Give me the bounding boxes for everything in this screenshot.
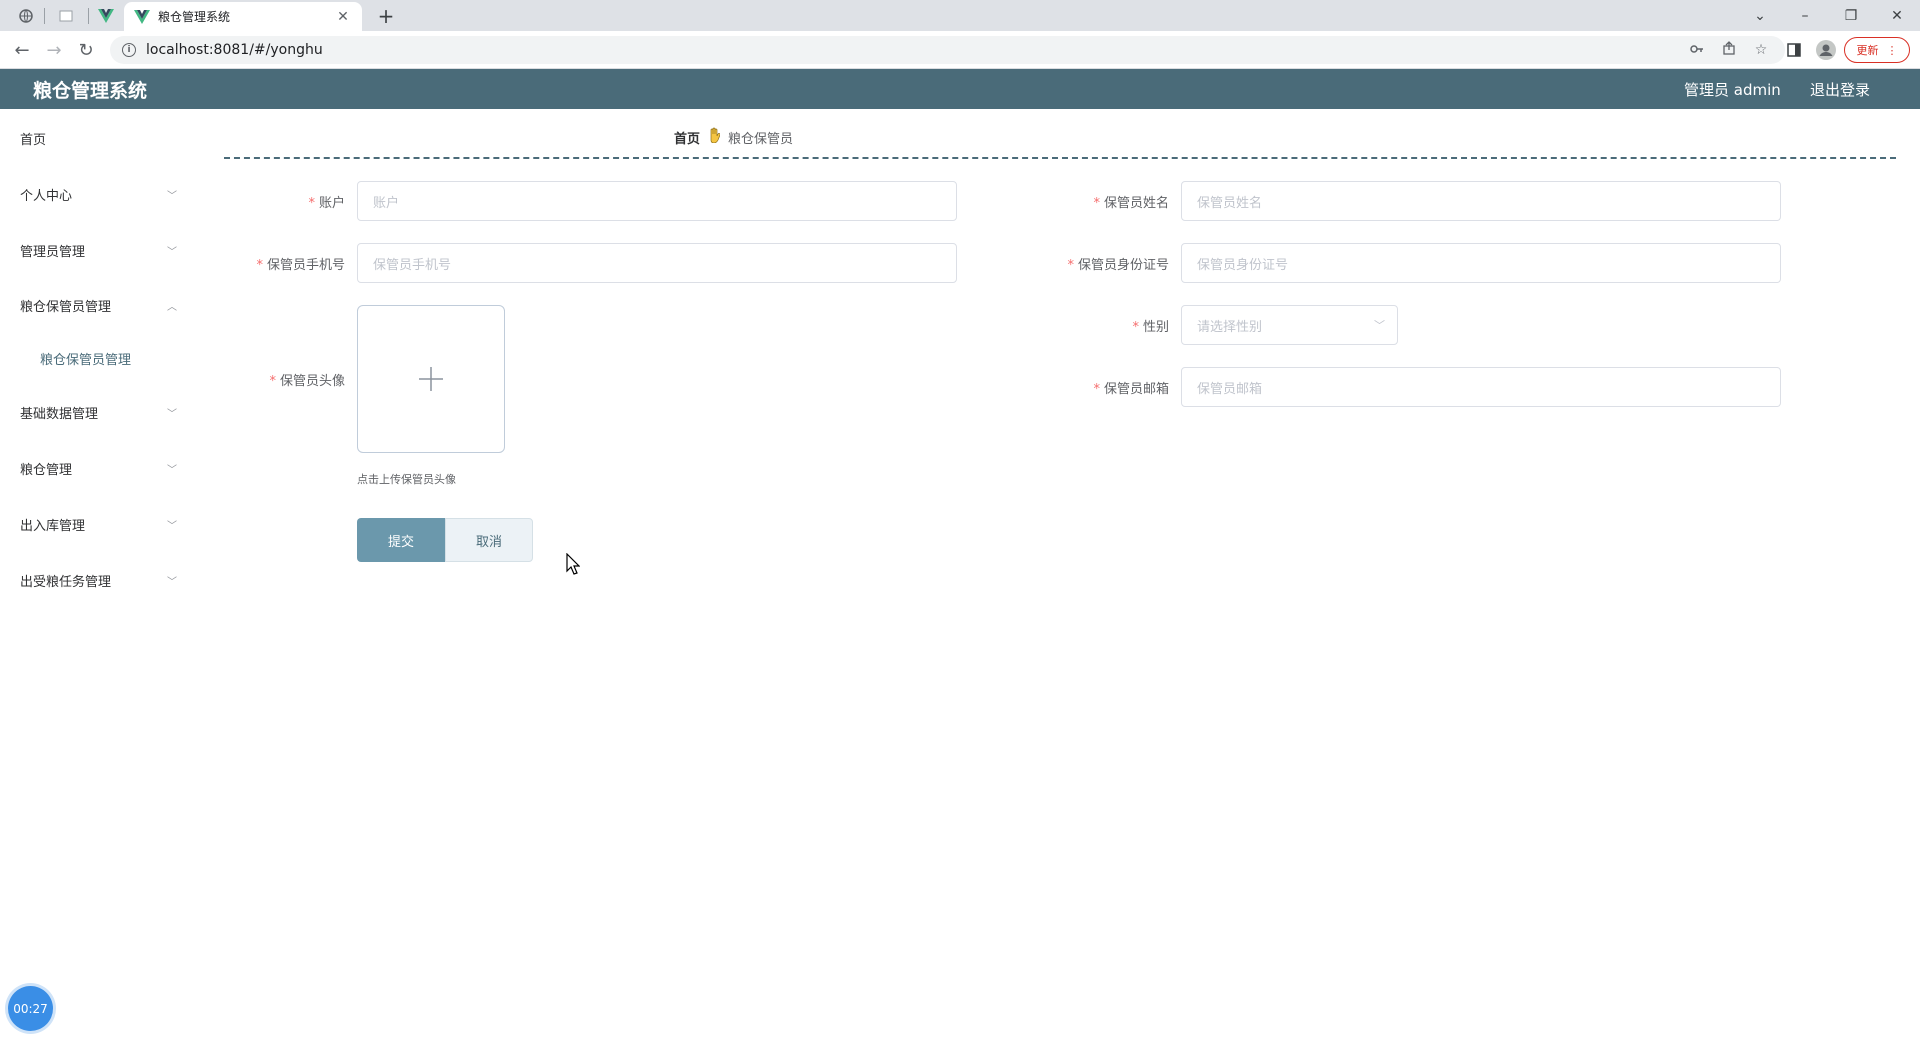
sidebar-item-label: 出入库管理 [20,518,86,534]
pinned-tab-page-icon[interactable] [52,4,80,28]
account-input[interactable]: 账户 [357,181,957,221]
phone-label: * 保管员手机号 [256,258,345,273]
idcard-placeholder: 保管员身份证号 [1197,257,1289,273]
breadcrumb-home[interactable]: 首页 [674,128,700,147]
sidebar-subitem-label: 粮仓保管员管理 [40,352,132,368]
sidebar-item-label: 首页 [20,132,47,148]
update-label: 更新 [1856,44,1879,57]
chevron-down-icon: ﹀ [1374,319,1385,332]
chevron-down-icon: ﹀ [167,464,177,476]
sidebar-item-label: 粮仓管理 [20,462,73,478]
tab-title: 粮仓管理系统 [158,10,231,24]
tab-close-icon[interactable]: ✕ [334,9,352,25]
tab-separator [44,8,45,24]
hand-icon [708,127,721,147]
chevron-up-icon: ︿ [167,301,177,313]
chevron-down-icon: ﹀ [167,576,177,588]
logout-link[interactable]: 退出登录 [1810,79,1870,100]
browser-update-button[interactable]: 更新 ⋮ [1844,37,1910,63]
key-icon[interactable] [1685,42,1709,58]
avatar-uploader[interactable] [357,305,505,453]
sidebar-item-inout-management[interactable]: 出入库管理 ﹀ [0,504,190,544]
sidebar-item-task-management[interactable]: 出受粮任务管理 ﹀ [0,560,190,600]
close-window-button[interactable]: ✕ [1874,0,1920,31]
gender-select[interactable]: 请选择性别 ﹀ [1181,305,1398,345]
chevron-down-icon: ﹀ [167,520,177,532]
sidebar-item-admin-management[interactable]: 管理员管理 ﹀ [0,230,190,270]
minimize-button[interactable]: – [1782,0,1828,31]
mouse-cursor-icon [566,553,580,575]
chevron-down-icon: ﹀ [167,190,177,202]
address-bar[interactable]: i localhost:8081/#/yonghu ☆ [110,36,1785,64]
pinned-tab-globe-icon[interactable] [12,4,40,28]
tab-separator [88,8,89,24]
sidebar-item-basic-data[interactable]: 基础数据管理 ﹀ [0,392,190,432]
sidebar-menu: 首页 个人中心 ﹀ 管理员管理 ﹀ 粮仓保管员管理 ︿ 粮仓保管员管理 基础数据… [0,109,190,1038]
idcard-input[interactable]: 保管员身份证号 [1181,243,1781,283]
cancel-button[interactable]: 取消 [445,518,533,562]
email-input[interactable]: 保管员邮箱 [1181,367,1781,407]
restore-button[interactable]: ❐ [1828,0,1874,31]
email-placeholder: 保管员邮箱 [1197,381,1263,397]
profile-avatar-icon[interactable] [1812,36,1840,64]
browser-tabstrip: 粮仓管理系统 ✕ + ⌄ – ❐ ✕ [0,0,1920,31]
new-tab-button[interactable]: + [372,2,400,30]
idcard-label: * 保管员身份证号 [1067,258,1169,273]
avatar-label: * 保管员头像 [269,374,345,389]
breadcrumb: 首页 粮仓保管员 [674,127,793,147]
vue-favicon-icon [134,9,150,24]
name-label: * 保管员姓名 [1093,196,1169,211]
name-input[interactable]: 保管员姓名 [1181,181,1781,221]
account-placeholder: 账户 [373,195,400,211]
breadcrumb-divider [224,157,1896,159]
side-panel-icon[interactable] [1780,36,1808,64]
submit-button[interactable]: 提交 [357,518,445,562]
gender-placeholder: 请选择性别 [1197,319,1263,335]
recording-timer: 00:27 [8,986,53,1031]
forward-arrow-icon[interactable]: → [40,36,68,64]
gender-label: * 性别 [1132,320,1169,335]
reload-icon[interactable]: ↻ [72,36,100,64]
current-user-label: 管理员 admin [1684,80,1781,99]
breadcrumb-current: 粮仓保管员 [728,131,794,147]
sidebar-item-label: 基础数据管理 [20,406,99,422]
sidebar-item-granary-management[interactable]: 粮仓管理 ﹀ [0,448,190,488]
account-label: * 账户 [308,196,345,211]
bookmark-star-icon[interactable]: ☆ [1749,42,1773,58]
sidebar-item-home[interactable]: 首页 [0,118,190,158]
sidebar-item-label: 个人中心 [20,188,73,204]
chevron-down-icon: ﹀ [167,408,177,420]
name-placeholder: 保管员姓名 [1197,195,1263,211]
sidebar-item-label: 出受粮任务管理 [20,574,112,590]
sidebar-item-label: 粮仓保管员管理 [20,299,112,315]
pinned-tab-vue-icon[interactable] [92,4,120,28]
sidebar-item-label: 管理员管理 [20,244,86,260]
plus-icon [419,367,443,391]
phone-placeholder: 保管员手机号 [373,257,452,273]
app-header: 粮仓管理系统 管理员 admin 退出登录 [0,69,1920,109]
back-arrow-icon[interactable]: ← [8,36,36,64]
site-info-icon[interactable]: i [122,43,136,57]
chevron-down-icon: ﹀ [167,246,177,258]
sidebar-item-keeper-management[interactable]: 粮仓保管员管理 ︿ [0,285,190,325]
share-icon[interactable] [1717,41,1741,59]
tab-search-chevron-icon[interactable]: ⌄ [1737,0,1783,31]
more-menu-icon: ⋮ [1886,43,1898,57]
avatar-upload-hint: 点击上传保管员头像 [357,473,456,486]
sidebar-subitem-keeper-management[interactable]: 粮仓保管员管理 [0,340,190,376]
app-title: 粮仓管理系统 [33,79,148,102]
browser-toolbar: ← → ↻ i localhost:8081/#/yonghu ☆ 更新 ⋮ [0,31,1920,69]
phone-input[interactable]: 保管员手机号 [357,243,957,283]
email-label: * 保管员邮箱 [1093,382,1169,397]
url-text[interactable]: localhost:8081/#/yonghu [146,42,1677,58]
tab-active[interactable]: 粮仓管理系统 ✕ [124,2,362,31]
sidebar-item-personal-center[interactable]: 个人中心 ﹀ [0,174,190,214]
